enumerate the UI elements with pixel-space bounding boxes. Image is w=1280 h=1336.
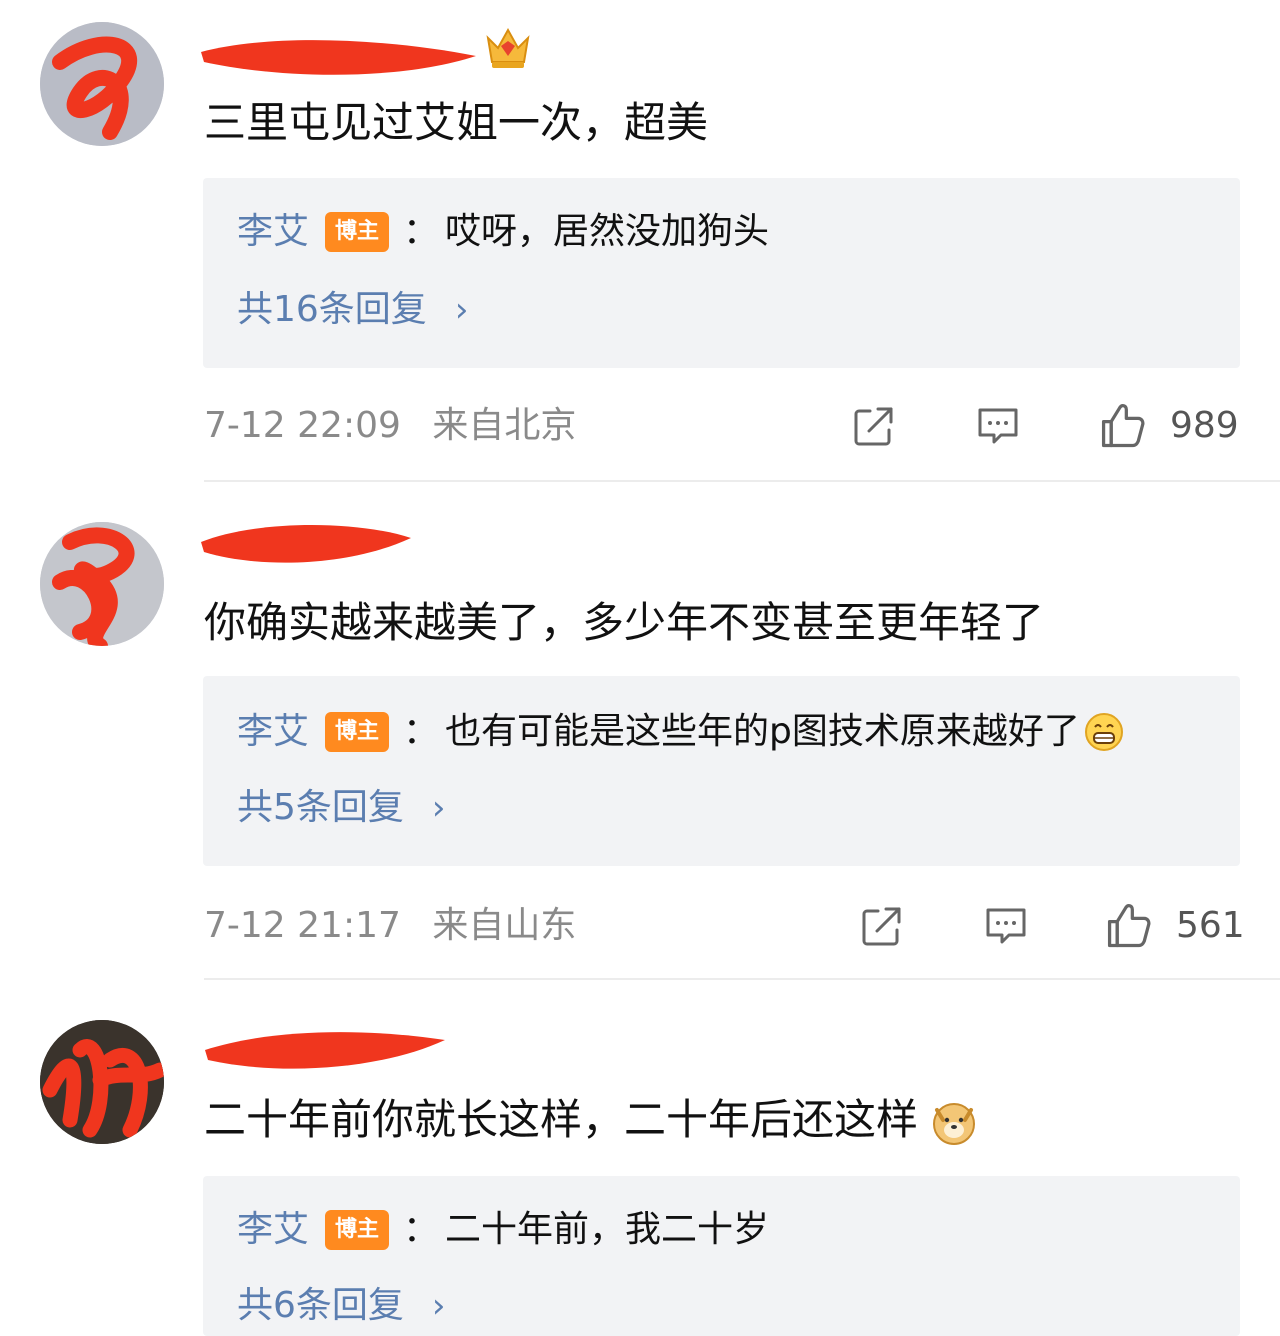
location: 来自山东 bbox=[432, 905, 577, 946]
reply-text: 也有可能是这些年的p图技术原来越好了 bbox=[445, 711, 1080, 752]
reply-text: 二十年前，我二十岁 bbox=[445, 1209, 770, 1250]
reply-count-link[interactable]: 共6条回复 › bbox=[237, 1282, 446, 1330]
comment-meta: 7-12 21:17 来自山东 bbox=[204, 902, 576, 950]
chevron-right-icon: › bbox=[431, 1286, 446, 1326]
location: 来自北京 bbox=[432, 405, 577, 446]
reply-count: 共6条回复 bbox=[237, 1285, 404, 1326]
comment-item: 二十年前你就长这样，二十年后还这样 李艾 博主 ： 二十年前，我二十岁 共6条回… bbox=[0, 980, 1280, 1336]
reply-preview: 李艾 博主 ： 哎呀，居然没加狗头 bbox=[237, 208, 769, 256]
grin-emoji-icon bbox=[1084, 713, 1123, 751]
comment-text-row: 二十年前你就长这样，二十年后还这样 bbox=[204, 1092, 977, 1148]
crown-icon bbox=[486, 27, 530, 68]
reply-author[interactable]: 李艾 bbox=[237, 208, 309, 256]
comment-text: 二十年前你就长这样，二十年后还这样 bbox=[204, 1095, 919, 1144]
reply-box[interactable]: 李艾 博主 ： 二十年前，我二十岁 共6条回复 › bbox=[203, 1176, 1240, 1336]
comment-icon[interactable] bbox=[974, 402, 1022, 450]
reply-author[interactable]: 李艾 bbox=[237, 1206, 309, 1254]
reply-colon: ： bbox=[403, 1209, 440, 1250]
blogger-badge: 博主 bbox=[325, 212, 390, 252]
reply-colon: ： bbox=[403, 711, 440, 752]
username-redaction bbox=[201, 40, 476, 75]
like-count: 561 bbox=[1176, 905, 1245, 946]
share-icon[interactable] bbox=[858, 902, 906, 950]
username-redaction bbox=[201, 524, 411, 563]
doge-emoji-icon bbox=[933, 1102, 976, 1145]
redaction-scribble bbox=[40, 22, 164, 146]
reply-count-link[interactable]: 共5条回复 › bbox=[237, 784, 446, 832]
like-count: 989 bbox=[1170, 405, 1239, 446]
chevron-right-icon: › bbox=[431, 788, 446, 828]
blogger-badge: 博主 bbox=[325, 1210, 390, 1250]
reply-colon: ： bbox=[403, 211, 440, 252]
username-redaction bbox=[205, 1032, 445, 1069]
comment-meta: 7-12 22:09 来自北京 bbox=[204, 402, 576, 450]
blogger-badge: 博主 bbox=[325, 712, 390, 752]
share-icon[interactable] bbox=[850, 402, 898, 450]
avatar[interactable] bbox=[40, 1020, 164, 1144]
reply-preview: 李艾 博主 ： 也有可能是这些年的p图技术原来越好了 bbox=[237, 708, 1124, 756]
comment-item: 你确实越来越美了，多少年不变甚至更年轻了 李艾 博主 ： 也有可能是这些年的p图… bbox=[0, 482, 1280, 980]
reply-count-link[interactable]: 共16条回复 › bbox=[237, 286, 468, 334]
like-icon[interactable] bbox=[1096, 400, 1148, 452]
avatar[interactable] bbox=[40, 522, 164, 646]
comment-item: 三里屯见过艾姐一次，超美 李艾 博主 ： 哎呀，居然没加狗头 共16条回复 › … bbox=[0, 0, 1280, 482]
chevron-right-icon: › bbox=[454, 290, 469, 330]
reply-author[interactable]: 李艾 bbox=[237, 708, 309, 756]
comment-icon[interactable] bbox=[982, 902, 1030, 950]
reply-box[interactable]: 李艾 博主 ： 哎呀，居然没加狗头 共16条回复 › bbox=[203, 178, 1240, 368]
reply-text: 哎呀，居然没加狗头 bbox=[445, 211, 770, 252]
avatar[interactable] bbox=[40, 22, 164, 146]
comment-text: 三里屯见过艾姐一次，超美 bbox=[204, 98, 709, 147]
reply-box[interactable]: 李艾 博主 ： 也有可能是这些年的p图技术原来越好了 共5条回复 › bbox=[203, 676, 1240, 866]
reply-preview: 李艾 博主 ： 二十年前，我二十岁 bbox=[237, 1206, 769, 1254]
redaction-scribble bbox=[40, 522, 164, 646]
comment-text: 你确实越来越美了，多少年不变甚至更年轻了 bbox=[204, 598, 1045, 647]
redaction-scribble bbox=[40, 1020, 164, 1144]
reply-count: 共16条回复 bbox=[237, 289, 427, 330]
timestamp: 7-12 22:09 bbox=[204, 405, 401, 446]
reply-count: 共5条回复 bbox=[237, 787, 404, 828]
like-icon[interactable] bbox=[1102, 900, 1154, 952]
timestamp: 7-12 21:17 bbox=[204, 905, 401, 946]
